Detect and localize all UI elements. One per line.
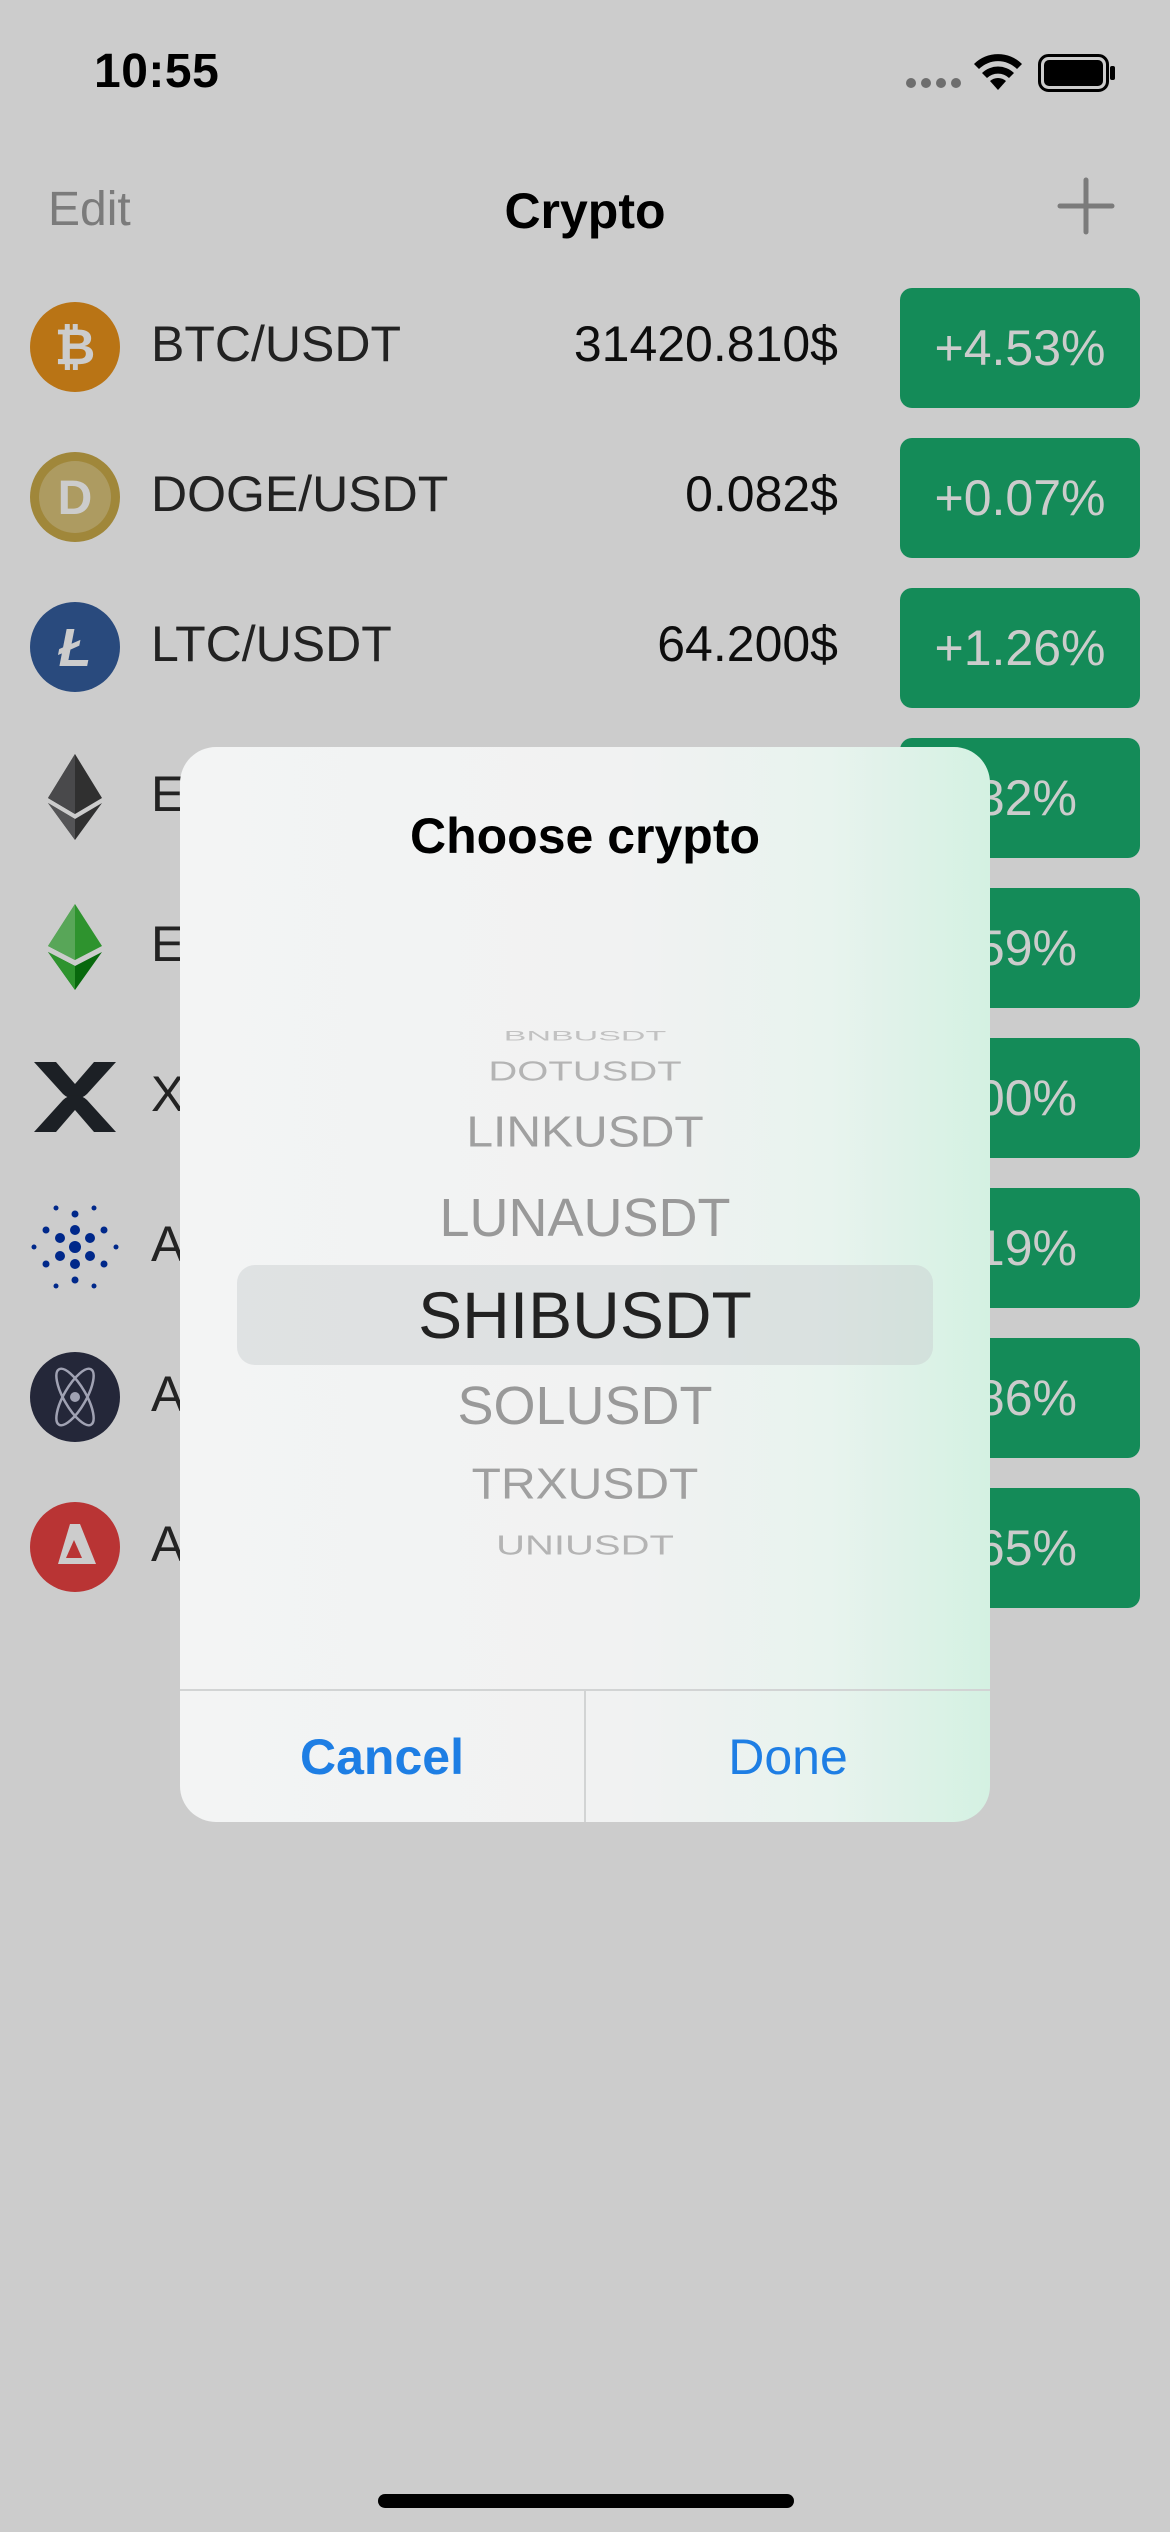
- picker-option[interactable]: BNBUSDT: [180, 1029, 990, 1045]
- picker-selected-option[interactable]: SHIBUSDT: [180, 1277, 990, 1353]
- picker-option[interactable]: LUNAUSDT: [180, 1187, 990, 1249]
- cancel-button[interactable]: Cancel: [180, 1691, 584, 1822]
- picker-option[interactable]: LINKUSDT: [180, 1108, 990, 1158]
- done-button[interactable]: Done: [586, 1691, 990, 1822]
- picker-option[interactable]: DOTUSDT: [180, 1056, 990, 1088]
- home-indicator[interactable]: [378, 2494, 794, 2508]
- picker-option[interactable]: SOLUSDT: [180, 1375, 990, 1437]
- choose-crypto-dialog: Choose crypto BNBUSDT DOTUSDT LINKUSDT L…: [180, 747, 990, 1822]
- picker-option[interactable]: UNIUSDT: [180, 1530, 990, 1562]
- picker-option[interactable]: TRXUSDT: [180, 1460, 990, 1510]
- dialog-title: Choose crypto: [409, 808, 761, 864]
